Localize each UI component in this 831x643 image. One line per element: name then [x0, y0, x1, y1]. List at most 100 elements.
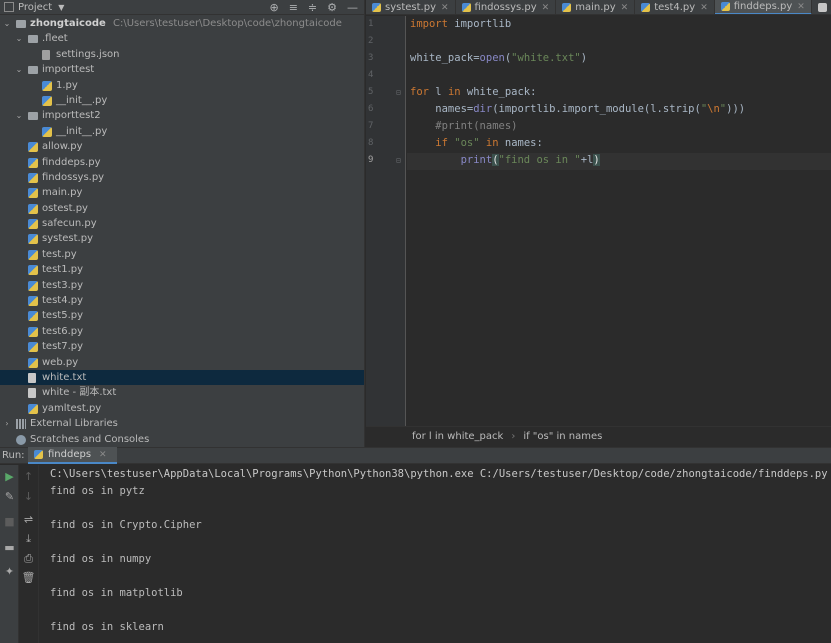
- tree-item[interactable]: systest.py: [0, 231, 364, 246]
- tree-item-label: Scratches and Consoles: [30, 433, 150, 445]
- print-icon[interactable]: ⎙: [19, 552, 38, 566]
- editor-tab[interactable]: systest.py ✕: [366, 0, 456, 14]
- tree-item-label: __init__.py: [56, 125, 108, 137]
- scroll-to-end-icon[interactable]: ⤓: [19, 532, 38, 546]
- breadcrumb-item-for[interactable]: for l in white_pack: [412, 431, 503, 442]
- close-icon[interactable]: ✕: [797, 2, 805, 12]
- editor-tab[interactable]: test4.py ✕: [635, 0, 715, 14]
- console-output-line: find os in sklearn: [50, 621, 164, 633]
- arrow-down-icon[interactable]: ↓: [19, 490, 38, 503]
- line-number: 8: [368, 138, 374, 148]
- tree-item-label: __init__.py: [56, 94, 108, 106]
- tree-item[interactable]: finddeps.py: [0, 155, 364, 170]
- python-file-icon: [372, 3, 381, 12]
- stop-icon[interactable]: ■: [0, 515, 19, 528]
- gear-icon[interactable]: ⚙: [327, 1, 337, 14]
- line-number: 2: [368, 36, 374, 46]
- tree-item[interactable]: test7.py: [0, 339, 364, 354]
- tree-item[interactable]: white.txt: [0, 369, 364, 386]
- tree-item[interactable]: yamltest.py: [0, 401, 364, 416]
- chevron-down-icon[interactable]: ⌄: [14, 31, 24, 46]
- close-icon[interactable]: ✕: [99, 450, 107, 460]
- wrench-icon[interactable]: ✎: [0, 490, 19, 503]
- chevron-down-icon[interactable]: ⌄: [14, 108, 24, 123]
- tree-item[interactable]: test3.py: [0, 278, 364, 293]
- tree-item-label: 1.py: [56, 79, 78, 91]
- close-icon[interactable]: ✕: [441, 3, 449, 13]
- tree-item-label: web.py: [42, 356, 79, 368]
- console-toolbar: ↑ ↓ ⇌ ⤓ ⎙ 🗑: [19, 465, 39, 643]
- tree-item[interactable]: test1.py: [0, 262, 364, 277]
- python-file-icon: [28, 203, 38, 214]
- tree-item[interactable]: white - 副本.txt: [0, 385, 364, 400]
- run-tab-finddeps[interactable]: finddeps ✕: [28, 447, 117, 464]
- python-file-icon: [28, 249, 38, 260]
- tree-item[interactable]: test6.py: [0, 324, 364, 339]
- code-line-3: white_pack=open("white.txt"): [410, 52, 588, 64]
- python-file-icon: [28, 265, 38, 276]
- hide-icon[interactable]: —: [347, 1, 358, 14]
- tree-item[interactable]: safecun.py: [0, 216, 364, 231]
- tree-item[interactable]: allow.py: [0, 139, 364, 154]
- tree-item[interactable]: 1.py: [0, 78, 364, 93]
- close-icon[interactable]: ✕: [700, 3, 708, 13]
- python-file-icon: [641, 3, 651, 12]
- python-file-icon: [28, 234, 38, 245]
- text-file-icon: [28, 372, 36, 383]
- console-output-line: find os in pytz: [50, 485, 145, 497]
- arrow-up-icon[interactable]: ↑: [19, 470, 38, 483]
- chevron-down-icon[interactable]: ⌄: [14, 62, 24, 77]
- breadcrumb-item-if[interactable]: if "os" in names: [523, 431, 602, 442]
- tree-item[interactable]: ⌄ zhongtaicode C:\Users\testuser\Desktop\c…: [0, 16, 364, 31]
- tree-item[interactable]: ⌄ importtest: [0, 62, 364, 77]
- tree-item[interactable]: test5.py: [0, 308, 364, 323]
- layout-icon[interactable]: ▬: [0, 541, 19, 554]
- tree-item[interactable]: › External Libraries: [0, 416, 364, 431]
- chevron-right-icon[interactable]: ›: [2, 416, 12, 431]
- tree-item[interactable]: ostest.py: [0, 201, 364, 216]
- editor-tab[interactable]: findossys.py ✕: [456, 0, 557, 14]
- tree-item[interactable]: test4.py: [0, 293, 364, 308]
- line-number: 3: [368, 53, 374, 63]
- editor-tab[interactable]: main.py ✕: [556, 0, 636, 14]
- expand-all-icon[interactable]: ≡: [289, 1, 298, 14]
- close-icon[interactable]: ✕: [621, 3, 629, 13]
- tree-item[interactable]: web.py: [0, 355, 364, 370]
- line-number: 7: [368, 121, 374, 131]
- tree-item[interactable]: Scratches and Consoles: [0, 432, 364, 447]
- python-file-icon: [461, 3, 471, 12]
- run-console-output[interactable]: C:\Users\testuser\AppData\Local\Programs…: [40, 465, 831, 643]
- trash-icon[interactable]: 🗑: [19, 571, 38, 584]
- tree-item-label: test5.py: [42, 310, 84, 322]
- chevron-down-icon[interactable]: ▼: [58, 3, 64, 12]
- tree-item-label: findossys.py: [42, 171, 105, 183]
- editor-tab[interactable]: white.txt: [812, 0, 831, 14]
- python-file-icon: [28, 219, 38, 230]
- collapse-all-icon[interactable]: ≑: [308, 1, 317, 14]
- tree-item[interactable]: test.py: [0, 247, 364, 262]
- pin-icon[interactable]: ✦: [0, 565, 19, 578]
- tree-item[interactable]: findossys.py: [0, 170, 364, 185]
- tree-item[interactable]: ⌄ importtest2: [0, 108, 364, 123]
- soft-wrap-icon[interactable]: ⇌: [19, 513, 38, 526]
- folder-icon: [16, 20, 26, 28]
- tree-item[interactable]: main.py: [0, 185, 364, 200]
- code-editor[interactable]: import importlib white_pack=open("white.…: [407, 16, 831, 426]
- editor-tab[interactable]: finddeps.py ✕: [714, 0, 812, 14]
- tree-item[interactable]: __init__.py: [0, 124, 364, 139]
- editor-tab-label: test4.py: [654, 2, 696, 13]
- run-tool-window-header: Run: finddeps ✕: [0, 447, 831, 464]
- fold-icon[interactable]: ⊟: [396, 156, 401, 165]
- close-icon[interactable]: ✕: [542, 3, 550, 13]
- fold-icon[interactable]: ⊟: [396, 88, 401, 97]
- project-title[interactable]: Project: [18, 2, 52, 13]
- tree-item-label: ostest.py: [42, 202, 88, 214]
- tree-item[interactable]: settings.json: [0, 47, 364, 62]
- python-file-icon: [34, 450, 43, 459]
- tree-item[interactable]: ⌄ .fleet: [0, 31, 364, 46]
- tree-item-label: External Libraries: [30, 418, 118, 430]
- tree-item[interactable]: __init__.py: [0, 93, 364, 108]
- chevron-down-icon[interactable]: ⌄: [2, 16, 12, 31]
- rerun-icon[interactable]: ▶: [0, 470, 19, 483]
- locate-icon[interactable]: ⊕: [269, 1, 278, 14]
